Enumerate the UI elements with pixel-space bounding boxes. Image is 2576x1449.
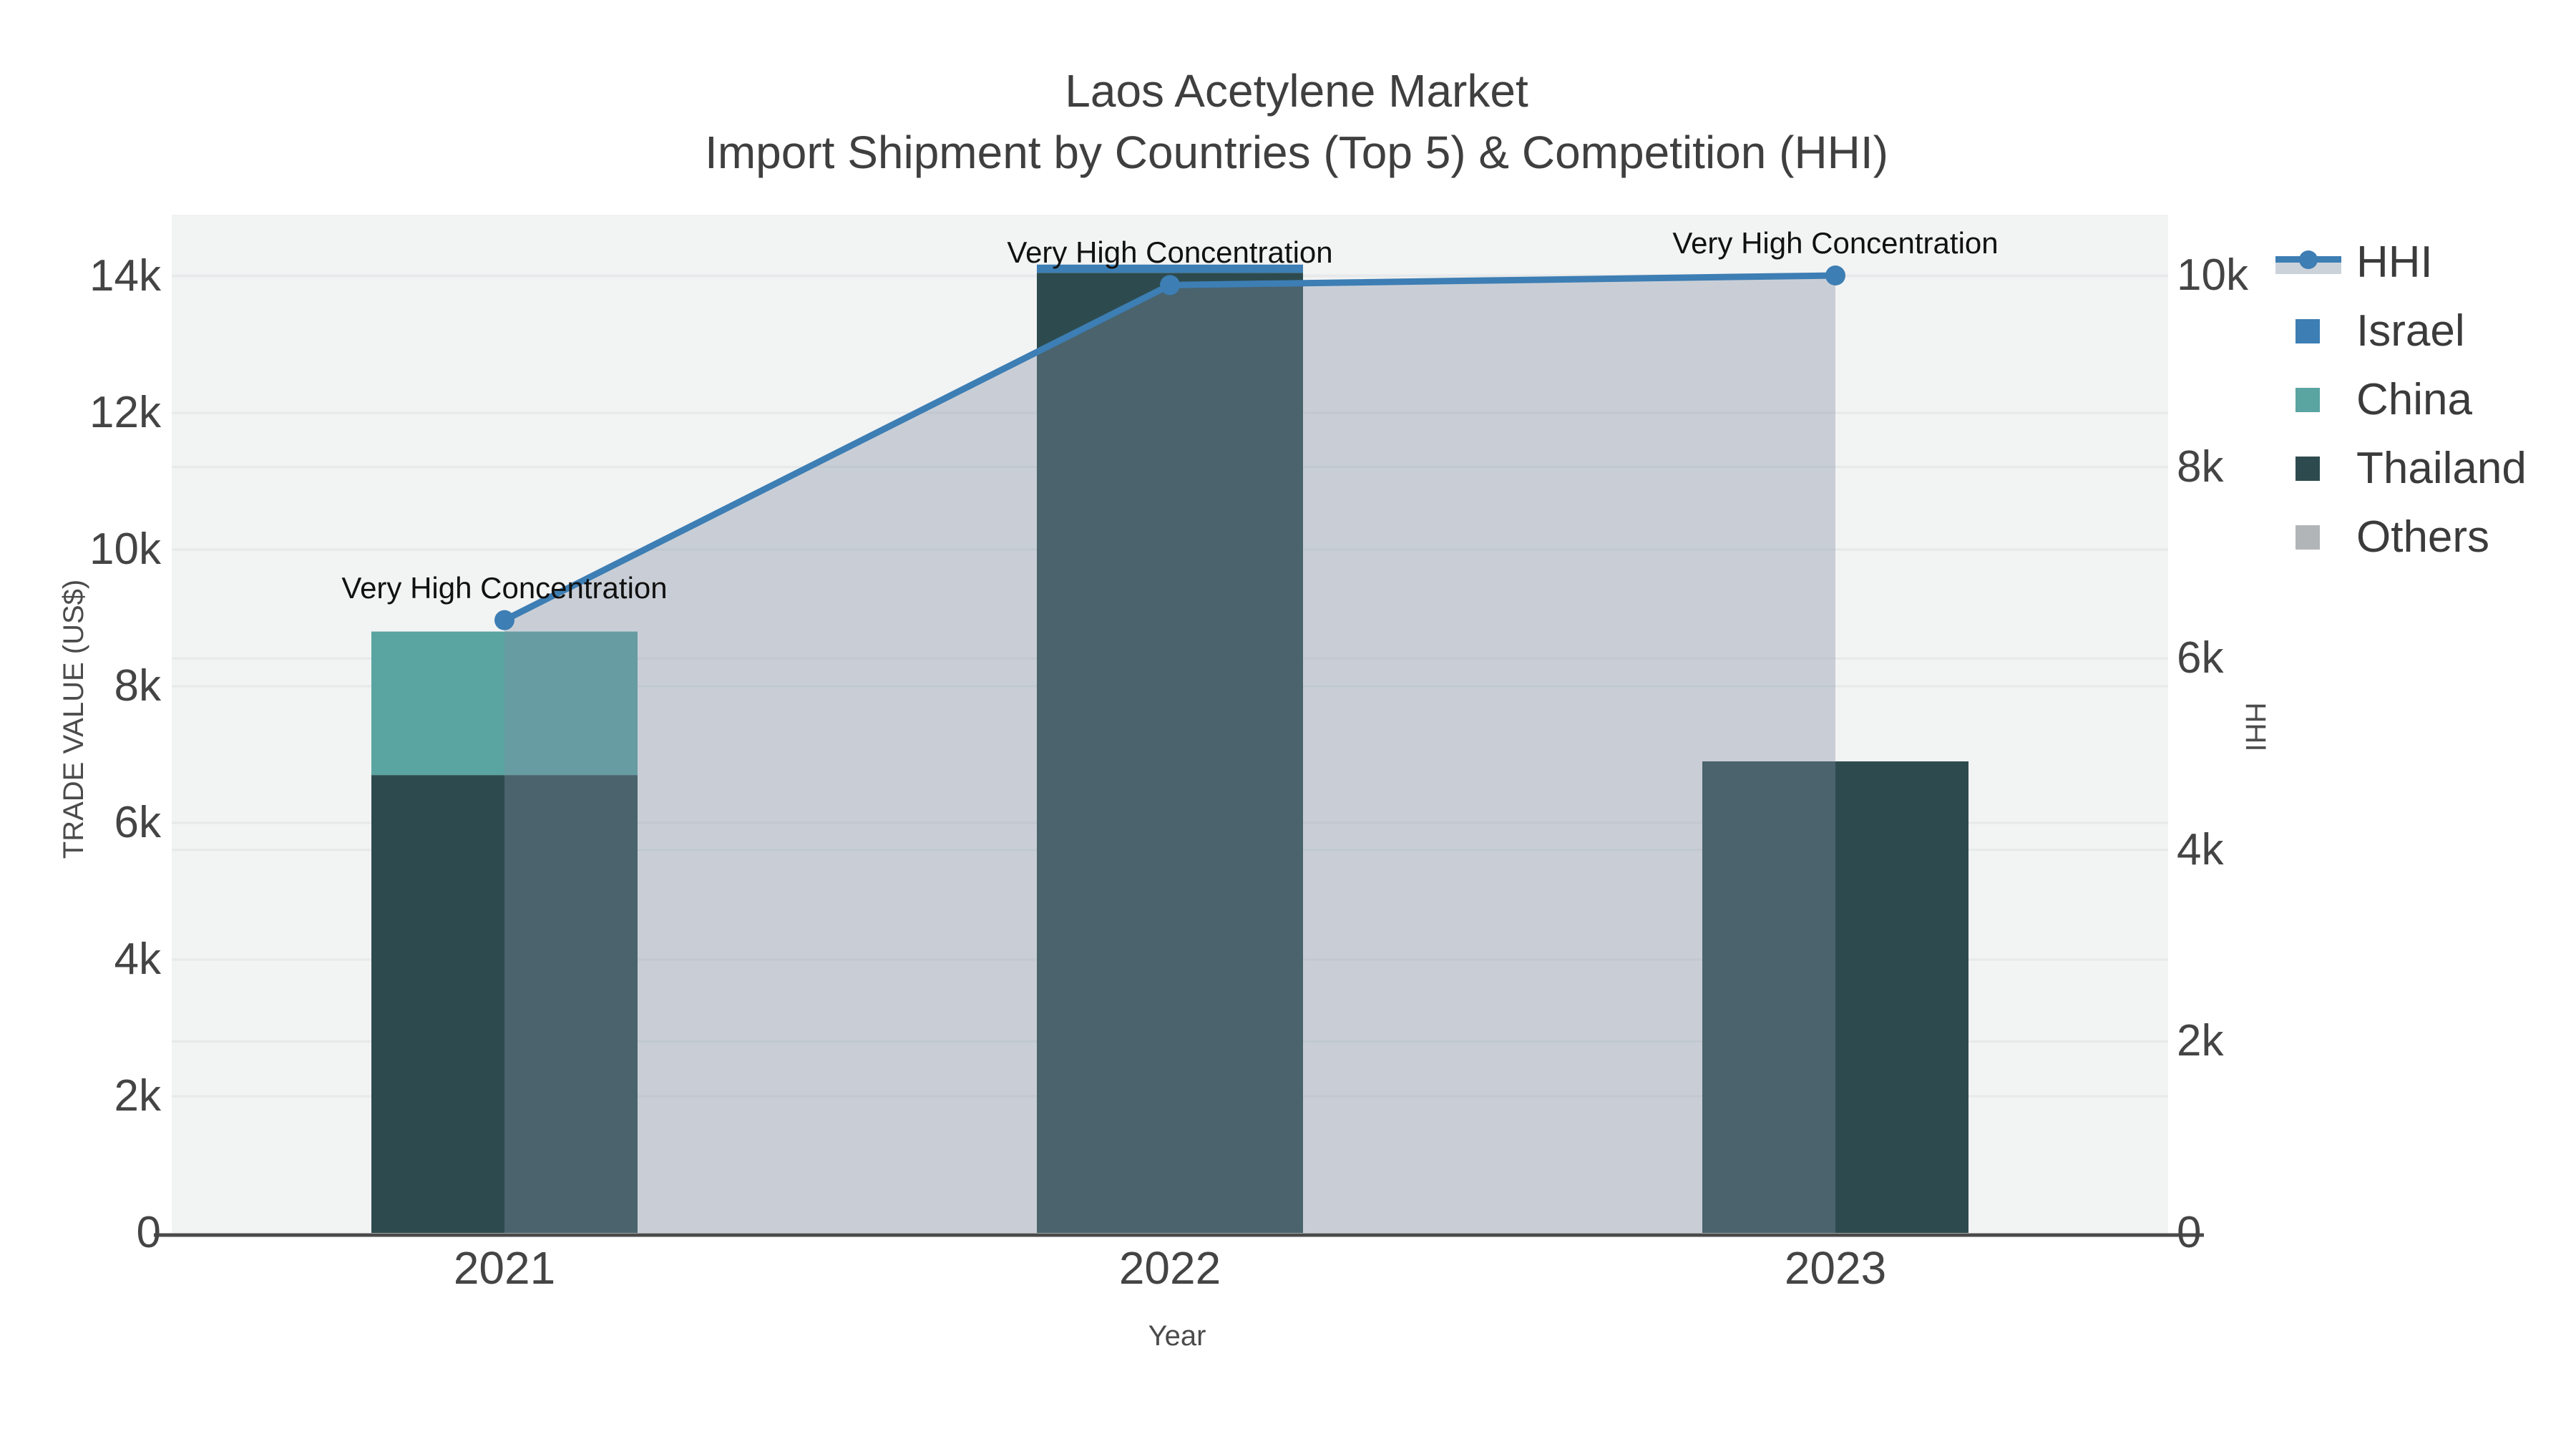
y-left-tick-label: 0	[136, 1208, 161, 1257]
legend-item-thailand[interactable]: Thailand	[2275, 444, 2527, 493]
legend-label: Others	[2356, 512, 2490, 562]
hhi-marker-2022	[1160, 275, 1180, 296]
legend-label: Israel	[2356, 306, 2465, 356]
legend-swatch-others	[2275, 517, 2341, 557]
y-left-tick-label: 6k	[114, 798, 161, 847]
y-right-tick-label: 6k	[2177, 633, 2224, 683]
legend-color-square-icon	[2296, 319, 2320, 343]
legend-item-israel[interactable]: Israel	[2275, 306, 2465, 356]
x-tick-label: 2023	[1784, 1242, 1887, 1294]
legend-swatch-hhi	[2275, 243, 2341, 283]
legend-label: Thailand	[2356, 444, 2527, 493]
legend-color-square-icon	[2296, 388, 2320, 412]
hhi-marker-2021	[494, 610, 514, 630]
y-right-axis-title: HHI	[2240, 702, 2271, 752]
legend-color-square-icon	[2296, 457, 2320, 481]
x-axis-title: Year	[1148, 1320, 1206, 1352]
y-left-tick-label: 12k	[89, 388, 161, 437]
legend-label: HHI	[2356, 238, 2433, 287]
legend-item-hhi[interactable]: HHI	[2275, 238, 2433, 287]
annotation-very-high-concentration: Very High Concentration	[1007, 235, 1333, 270]
hhi-marker-sample-icon	[2299, 250, 2318, 269]
legend-swatch-israel	[2275, 311, 2341, 351]
y-left-tick-label: 4k	[114, 935, 161, 984]
chart-title-line1: Laos Acetylene Market	[1065, 65, 1528, 117]
y-right-tick-label: 0	[2177, 1208, 2202, 1257]
y-left-tick-label: 8k	[114, 661, 161, 711]
legend-label: China	[2356, 375, 2472, 424]
y-right-tick-label: 10k	[2177, 250, 2248, 300]
annotation-very-high-concentration: Very High Concentration	[1672, 226, 1999, 260]
legend-swatch-thailand	[2275, 449, 2341, 489]
legend-item-others[interactable]: Others	[2275, 512, 2490, 562]
legend-item-china[interactable]: China	[2275, 375, 2472, 424]
x-tick-label: 2022	[1118, 1242, 1221, 1294]
y-right-tick-label: 2k	[2177, 1016, 2224, 1066]
legend-swatch-china	[2275, 380, 2341, 420]
legend-color-square-icon	[2296, 525, 2320, 550]
chart-title-line2: Import Shipment by Countries (Top 5) & C…	[705, 127, 1888, 178]
y-left-tick-label: 10k	[89, 525, 161, 574]
x-tick-label: 2021	[453, 1242, 556, 1294]
y-right-tick-label: 8k	[2177, 441, 2224, 492]
y-left-tick-label: 2k	[114, 1071, 161, 1121]
y-right-tick-label: 4k	[2177, 824, 2224, 874]
annotation-very-high-concentration: Very High Concentration	[341, 570, 668, 605]
hhi-marker-2023	[1825, 265, 1845, 286]
y-left-tick-label: 14k	[89, 251, 161, 301]
